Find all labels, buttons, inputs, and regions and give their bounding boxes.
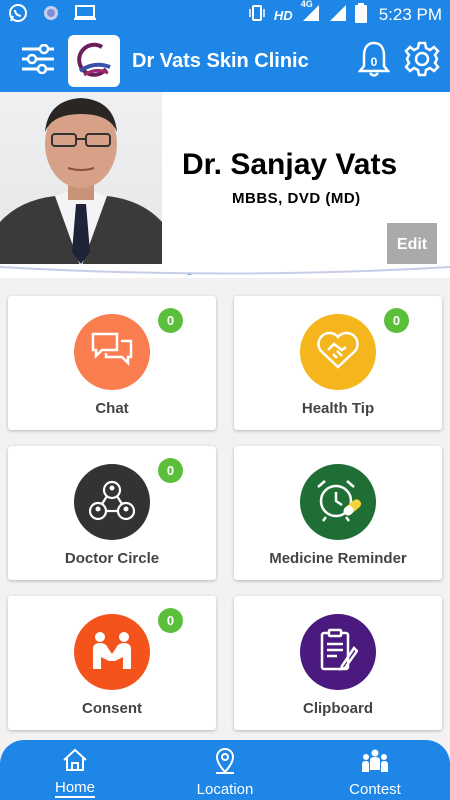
nav-home[interactable]: Home (0, 740, 150, 800)
heart-handshake-icon (316, 330, 360, 375)
edit-profile-button[interactable]: Edit (387, 223, 437, 267)
home-icon (62, 748, 88, 777)
notifications-button[interactable]: 0 (354, 39, 394, 83)
signal-label: 4G (300, 0, 313, 9)
health-tip-circle (300, 314, 376, 390)
doctor-degree: MBBS, DVD (MD) (232, 190, 361, 207)
nav-contest[interactable]: Contest (300, 740, 450, 800)
tile-health-tip[interactable]: Health Tip 0 (234, 296, 442, 430)
contest-people-icon (360, 748, 390, 779)
tile-doctor-circle[interactable]: Doctor Circle 0 (8, 446, 216, 580)
clipboard-icon (318, 628, 359, 677)
nav-location[interactable]: Location (150, 740, 300, 800)
chat-circle (74, 314, 150, 390)
medicine-reminder-circle (300, 464, 376, 540)
banner-divider (0, 264, 450, 275)
filter-menu-button[interactable] (16, 39, 60, 83)
tile-medicine-reminder[interactable]: Medicine Reminder (234, 446, 442, 580)
nav-label: Contest (349, 781, 401, 798)
signal-icon (329, 4, 347, 27)
app-title: Dr Vats Skin Clinic (132, 49, 309, 72)
network-type: HD (273, 7, 293, 23)
screen-cast-icon (74, 4, 96, 27)
tile-badge: 0 (158, 458, 183, 483)
tile-label: Medicine Reminder (269, 550, 407, 567)
sliders-icon (20, 43, 56, 79)
tile-badge: 0 (384, 308, 409, 333)
chat-bubbles-icon (90, 331, 134, 374)
status-bar: HD 4G 5:23 PM (0, 0, 450, 30)
nav-label: Location (196, 781, 254, 798)
doctor-circle-circle (74, 464, 150, 540)
doctor-name: Dr. Sanjay Vats (182, 148, 398, 181)
tile-label: Consent (82, 700, 142, 717)
status-time: 5:23 PM (378, 5, 442, 24)
gear-icon (404, 41, 440, 82)
settings-button[interactable] (400, 39, 444, 83)
tile-label: Chat (95, 400, 129, 417)
bottom-nav: Home Location Contest (0, 740, 450, 800)
tile-clipboard[interactable]: Clipboard (234, 596, 442, 730)
clipboard-circle (300, 614, 376, 690)
tile-label: Health Tip (301, 400, 375, 417)
doctor-circle-icon (88, 478, 136, 527)
profile-banner[interactable]: Dr. Sanjay Vats MBBS, DVD (MD) Edit (0, 92, 450, 278)
vibrate-icon (248, 4, 266, 27)
tile-label: Clipboard (303, 700, 373, 717)
tile-label: Doctor Circle (64, 550, 160, 567)
nav-label: Home (54, 779, 95, 798)
whatsapp-icon (8, 3, 28, 28)
clinic-logo (68, 35, 120, 87)
consent-circle (74, 614, 150, 690)
battery-icon (354, 2, 367, 28)
signal-4g-icon: 4G (301, 0, 321, 27)
tile-badge: 0 (158, 308, 183, 333)
location-pin-icon (213, 748, 237, 779)
handshake-icon (89, 629, 135, 676)
tile-badge: 0 (158, 608, 183, 633)
app-bar: Dr Vats Skin Clinic 0 (0, 30, 450, 92)
alarm-clock-pill-icon (314, 477, 362, 528)
app-status-icon (42, 4, 60, 27)
doctor-photo (0, 92, 162, 268)
tile-consent[interactable]: Consent 0 (8, 596, 216, 730)
tile-chat[interactable]: Chat 0 (8, 296, 216, 430)
notification-count: 0 (370, 55, 378, 69)
